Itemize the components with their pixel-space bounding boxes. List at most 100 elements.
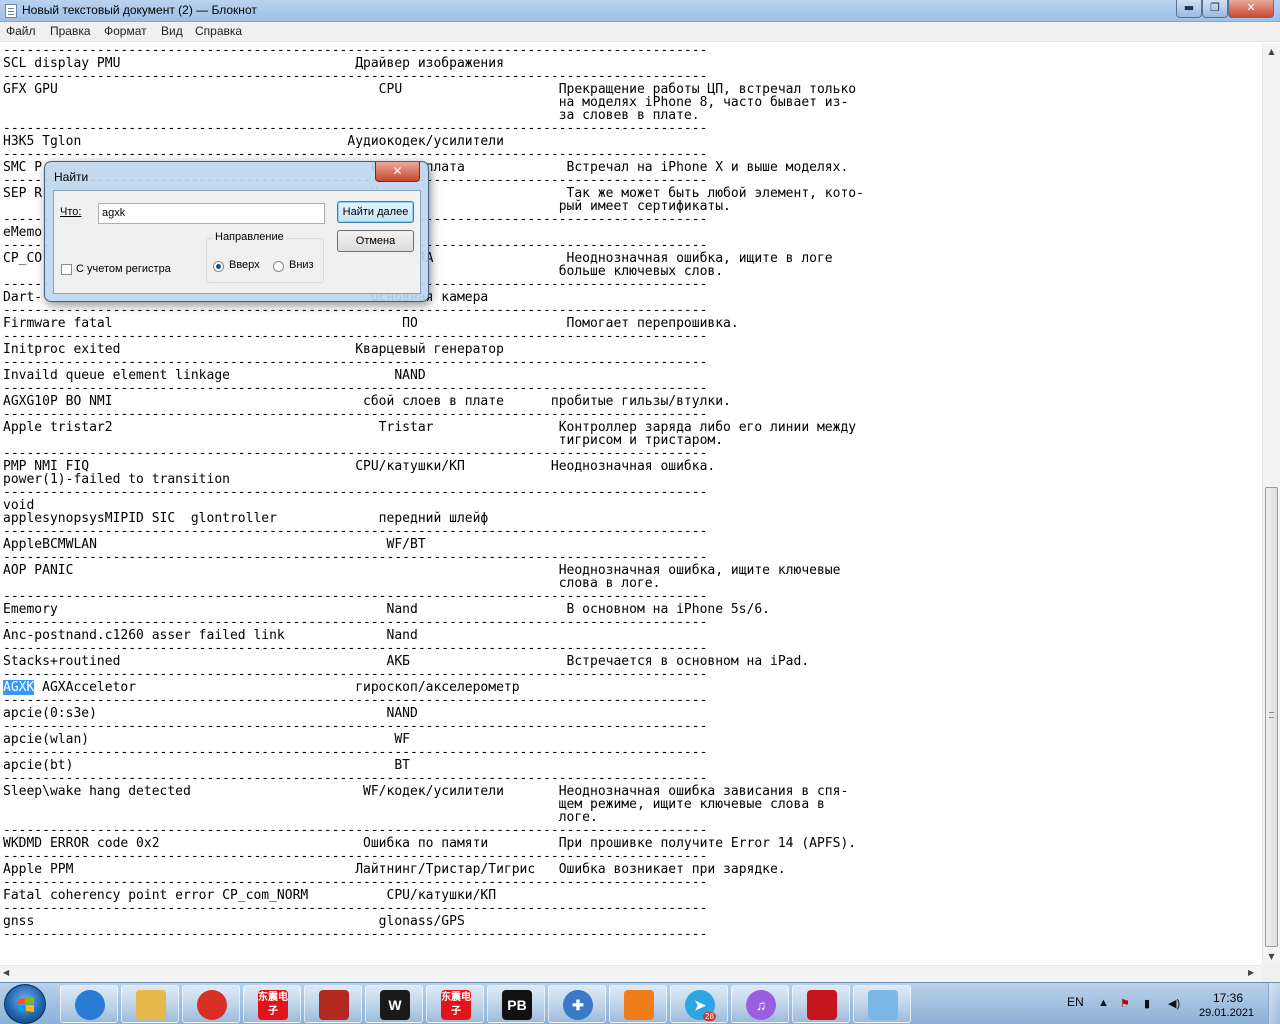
clock-date[interactable]: 29.01.2021 <box>1199 1007 1254 1019</box>
menu-format[interactable]: Формат <box>104 24 147 38</box>
scroll-left-icon[interactable]: ◀ <box>3 968 9 977</box>
minimize-button[interactable]: ▬ <box>1176 0 1202 18</box>
taskbar-button-label: PB <box>507 997 527 1013</box>
text-line: AppleBCMWLAN WF/BT <box>3 537 426 552</box>
scroll-down-icon[interactable]: ▼ <box>1263 948 1280 965</box>
text-line: Invaild queue element linkage NAND <box>3 368 426 383</box>
taskbar: 东震电子 W 东震电子 PB ✚ ➤ 28 ♫ EN ▲ ⚑ ▮ ◀) 17:36 29.01… <box>0 982 1280 1024</box>
close-button[interactable]: ✕ <box>1228 0 1274 18</box>
match-case-label: С учетом регистра <box>76 263 171 275</box>
find-dialog: Найти ✕ Что: agxk Найти далее Отмена Нап… <box>44 161 429 302</box>
match-case-checkbox[interactable] <box>61 264 72 275</box>
grip-icon <box>1269 712 1274 718</box>
dialog-title: Найти <box>54 170 89 184</box>
menu-file[interactable]: Файл <box>6 24 36 38</box>
taskbar-button[interactable]: ➤ 28 <box>670 985 728 1023</box>
cancel-button[interactable]: Отмена <box>337 230 414 252</box>
notepad-icon <box>5 4 17 18</box>
text-line: apcie(wlan) WF <box>3 732 410 747</box>
show-desktop-button[interactable] <box>1268 983 1280 1024</box>
taskbar-button-label: 东震电子 <box>258 992 288 1017</box>
text-line: логе. <box>3 810 598 825</box>
clock-time[interactable]: 17:36 <box>1213 991 1243 1005</box>
text-line: apcie(bt) BT <box>3 758 410 773</box>
scroll-corner <box>1262 965 1280 982</box>
toolbox-icon <box>319 990 349 1020</box>
find-input[interactable]: agxk <box>98 203 325 224</box>
text-line: WKDMD ERROR code 0x2 Ошибка по памяти Пр… <box>3 836 857 851</box>
scroll-thumb[interactable] <box>1265 487 1278 947</box>
taskbar-button[interactable]: ✚ <box>548 985 606 1023</box>
text-line: Anc-postnand.c1260 asser failed link Nan… <box>3 628 418 643</box>
volume-icon[interactable]: ◀) <box>1168 997 1180 1010</box>
text-line: applesynopsysMIPID SIC glontroller перед… <box>3 511 489 526</box>
wp-icon: W <box>380 990 410 1020</box>
menu-view[interactable]: Вид <box>161 24 183 38</box>
separator-line: ----------------------------------------… <box>3 927 708 942</box>
app-dongyi2-icon: 东震电子 <box>441 990 471 1020</box>
taskbar-button[interactable] <box>182 985 240 1023</box>
menu-help[interactable]: Справка <box>195 24 242 38</box>
find-next-button[interactable]: Найти далее <box>337 201 414 223</box>
radio-up-label: Вверх <box>229 259 260 271</box>
taskbar-button[interactable] <box>792 985 850 1023</box>
direction-label: Направление <box>213 231 286 243</box>
taskbar-button[interactable] <box>609 985 667 1023</box>
action-center-icon[interactable]: ⚑ <box>1120 997 1130 1010</box>
taskbar-button[interactable]: 东震电子 <box>243 985 301 1023</box>
taskbar-button[interactable]: ♫ <box>731 985 789 1023</box>
text-line: SCL display PMU Драйвер изображения <box>3 56 504 71</box>
find-what-label: Что: <box>60 206 82 218</box>
text-line: за словев в плате. <box>3 108 700 123</box>
text-line: power(1)-failed to transition <box>3 472 230 487</box>
scroll-right-icon[interactable]: ▶ <box>1248 968 1254 977</box>
maximize-button[interactable]: ❐ <box>1202 0 1228 18</box>
window-title: Новый текстовый документ (2) — Блокнот <box>22 3 257 17</box>
dialog-client: Что: agxk Найти далее Отмена Направление… <box>53 190 421 294</box>
taskbar-button-label: ♫ <box>755 997 767 1013</box>
radio-down[interactable] <box>273 261 284 272</box>
title-bar[interactable]: Новый текстовый документ (2) — Блокнот ▬… <box>0 0 1280 22</box>
text-line: Fatal coherency point error CP_com_NORM … <box>3 888 497 903</box>
taskbar-button[interactable] <box>304 985 362 1023</box>
language-indicator[interactable]: EN <box>1067 995 1084 1009</box>
internet-explorer-icon <box>75 990 105 1020</box>
taskbar-button[interactable] <box>121 985 179 1023</box>
radio-down-label: Вниз <box>289 259 314 271</box>
menu-edit[interactable]: Правка <box>50 24 91 38</box>
app-dongyi-icon: 东震电子 <box>258 990 288 1020</box>
compass-app-icon: ✚ <box>563 990 593 1020</box>
radio-up[interactable] <box>213 261 224 272</box>
horizontal-scrollbar[interactable]: ◀ ▶ <box>0 965 1262 982</box>
windows-flag-icon <box>18 997 34 1012</box>
taskbar-button[interactable]: W <box>365 985 423 1023</box>
taskbar-button-label: 东震电子 <box>441 992 471 1017</box>
taskbar-button[interactable]: PB <box>487 985 545 1023</box>
text-line: Stacks+routined АКБ Встречается в основн… <box>3 654 810 669</box>
network-icon[interactable]: ▮ <box>1144 997 1150 1010</box>
text-line: Firmware fatal ПО Помогает перепрошивка. <box>3 316 739 331</box>
show-hidden-icons-icon[interactable]: ▲ <box>1098 997 1109 1009</box>
telegram-icon: ➤ 28 <box>685 990 716 1021</box>
vertical-scrollbar[interactable]: ▲ ▼ <box>1262 43 1280 965</box>
pb-icon: PB <box>502 990 532 1020</box>
text-line: Apple PPM Лайтнинг/Тристар/Тигрис Ошибка… <box>3 862 786 877</box>
scroll-up-icon[interactable]: ▲ <box>1263 43 1280 60</box>
taskbar-button[interactable] <box>60 985 118 1023</box>
system-tray: EN ▲ ⚑ ▮ ◀) 17:36 29.01.2021 <box>1060 983 1280 1024</box>
text-line: Initproc exited Кварцевый генератор <box>3 342 504 357</box>
taskbar-button[interactable] <box>853 985 911 1023</box>
notification-badge: 28 <box>703 1012 716 1021</box>
taskbar-button-label: W <box>388 997 402 1013</box>
taskbar-button[interactable]: 东震电子 <box>426 985 484 1023</box>
text-line: gnss glonass/GPS <box>3 914 465 929</box>
text-line: AGXK AGXAcceletor гироскоп/акселерометр <box>3 680 520 695</box>
dialog-close-button[interactable]: ✕ <box>375 162 420 182</box>
direction-group: Направление Вверх Вниз <box>206 231 324 283</box>
text-line: apcie(0:s3e) NAND <box>3 706 418 721</box>
notepad-icon <box>868 990 898 1020</box>
text-line: AGXG10P BO NMI сбой слоев в плате пробит… <box>3 394 731 409</box>
menu-bar: Файл Правка Формат Вид Справка <box>0 22 1280 42</box>
start-button[interactable] <box>4 984 46 1024</box>
text-line: Ememory Nand В основном на iPhone 5s/6. <box>3 602 771 617</box>
